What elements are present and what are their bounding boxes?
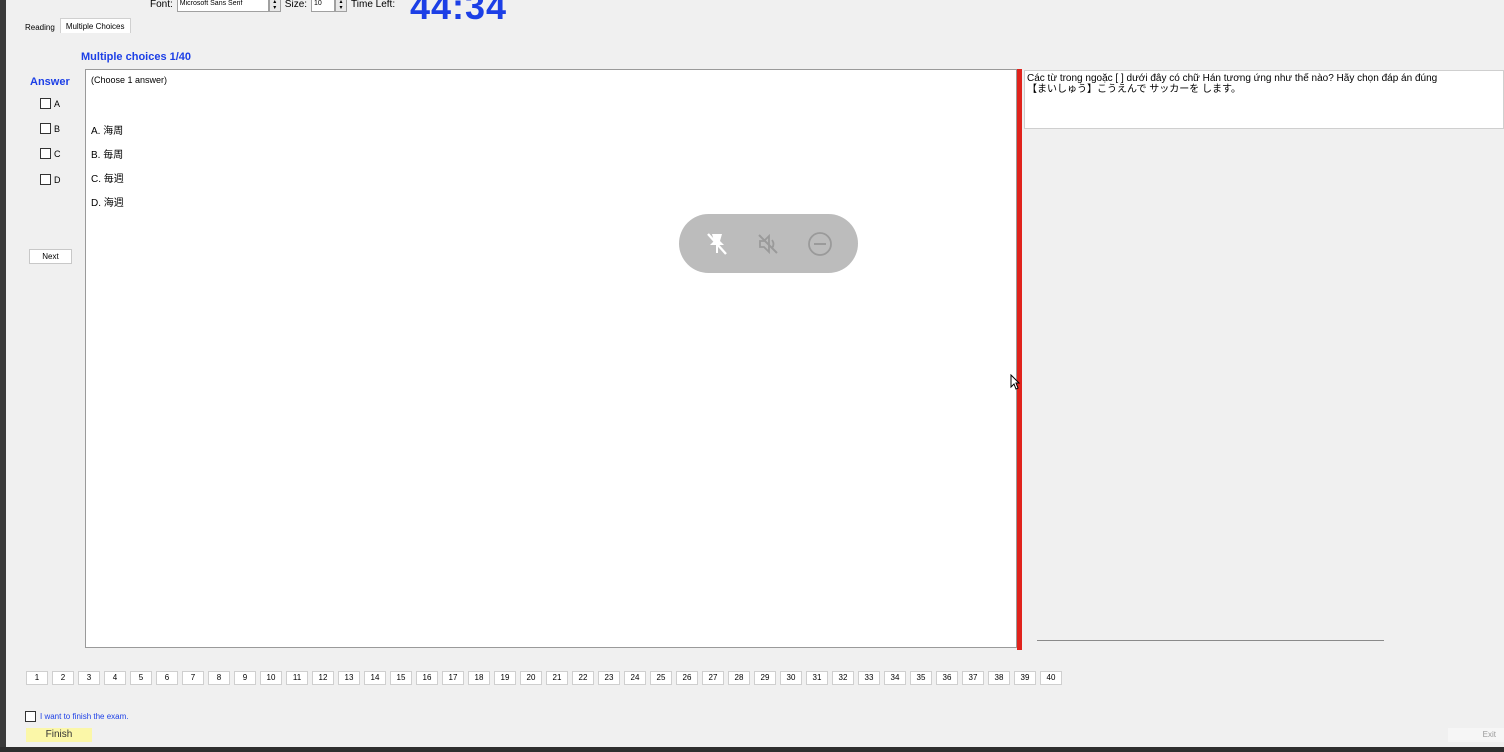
question-option-a: A. 海周 bbox=[91, 126, 124, 137]
checkbox[interactable] bbox=[40, 174, 51, 185]
question-number-button[interactable]: 16 bbox=[416, 671, 438, 685]
prompt-text-box: Các từ trong ngoặc [ ] dưới đây có chữ H… bbox=[1024, 70, 1504, 129]
size-spinner[interactable]: ▴ ▾ bbox=[335, 0, 348, 12]
minus-circle-icon[interactable] bbox=[804, 228, 836, 260]
font-select[interactable]: Microsoft Sans Serif bbox=[176, 0, 269, 12]
question-number-button[interactable]: 20 bbox=[520, 671, 542, 685]
question-number-button[interactable]: 37 bbox=[962, 671, 984, 685]
question-number-button[interactable]: 34 bbox=[884, 671, 906, 685]
question-number-button[interactable]: 12 bbox=[312, 671, 334, 685]
question-number-button[interactable]: 2 bbox=[52, 671, 74, 685]
question-number-button[interactable]: 38 bbox=[988, 671, 1010, 685]
question-number-button[interactable]: 23 bbox=[598, 671, 620, 685]
panel-splitter[interactable] bbox=[1017, 69, 1022, 650]
question-panel: (Choose 1 answer) A. 海周 B. 毎周 C. 毎週 D. 海… bbox=[85, 69, 1017, 648]
next-button[interactable]: Next bbox=[29, 249, 72, 264]
font-label: Font: bbox=[150, 0, 173, 10]
font-dropdown-arrow[interactable]: ▴ ▾ bbox=[268, 0, 281, 12]
question-number-button[interactable]: 7 bbox=[182, 671, 204, 685]
answer-heading: Answer bbox=[30, 76, 70, 88]
time-left-label: Time Left: bbox=[351, 0, 396, 10]
finish-exam-checkbox[interactable]: I want to finish the exam. bbox=[25, 711, 129, 722]
question-option-d: D. 海週 bbox=[91, 198, 124, 209]
question-option-b: B. 毎周 bbox=[91, 150, 124, 161]
answer-option-label: A bbox=[54, 98, 61, 109]
question-number-button[interactable]: 29 bbox=[754, 671, 776, 685]
question-navigator: 1 2 3 4 5 6 7 8 9 10 11 12 13 14 15 16 17 18 19 20 21 22 23 24 2… bbox=[26, 671, 1062, 685]
checkbox[interactable] bbox=[40, 123, 51, 134]
question-number-button[interactable]: 21 bbox=[546, 671, 568, 685]
question-number-button[interactable]: 8 bbox=[208, 671, 230, 685]
mouse-cursor-icon bbox=[1010, 373, 1021, 393]
question-number-button[interactable]: 35 bbox=[910, 671, 932, 685]
answer-option-label: C bbox=[54, 148, 61, 159]
divider-line bbox=[1037, 640, 1384, 641]
question-option-c: C. 毎週 bbox=[91, 174, 124, 185]
answer-option-b[interactable]: B bbox=[40, 123, 60, 134]
question-number-button[interactable]: 25 bbox=[650, 671, 672, 685]
question-number-button[interactable]: 33 bbox=[858, 671, 880, 685]
question-number-button[interactable]: 14 bbox=[364, 671, 386, 685]
toolbar: Font: Microsoft Sans Serif ▴ ▾ Size: 10 ▴… bbox=[150, 0, 395, 14]
size-label: Size: bbox=[284, 0, 308, 10]
section-title: Multiple choices 1/40 bbox=[81, 51, 192, 63]
question-number-button[interactable]: 30 bbox=[780, 671, 802, 685]
question-number-button[interactable]: 6 bbox=[156, 671, 178, 685]
question-number-button[interactable]: 32 bbox=[832, 671, 854, 685]
checkbox[interactable] bbox=[25, 711, 36, 722]
unpin-icon[interactable] bbox=[701, 228, 733, 260]
finish-button[interactable]: Finish bbox=[26, 728, 92, 742]
tab-strip: Reading Multiple Choices bbox=[20, 18, 131, 35]
mute-icon[interactable] bbox=[752, 228, 784, 260]
question-number-button[interactable]: 22 bbox=[572, 671, 594, 685]
question-number-button[interactable]: 24 bbox=[624, 671, 646, 685]
question-number-button[interactable]: 15 bbox=[390, 671, 412, 685]
question-number-button[interactable]: 26 bbox=[676, 671, 698, 685]
question-number-button[interactable]: 36 bbox=[936, 671, 958, 685]
question-number-button[interactable]: 40 bbox=[1040, 671, 1062, 685]
question-number-button[interactable]: 19 bbox=[494, 671, 516, 685]
prompt-line-2: 【まいしゅう】こうえんで サッカーを します。 bbox=[1027, 84, 1242, 95]
prompt-line-1: Các từ trong ngoặc [ ] dưới đây có chữ H… bbox=[1027, 73, 1438, 84]
question-number-button[interactable]: 1 bbox=[26, 671, 48, 685]
question-number-button[interactable]: 31 bbox=[806, 671, 828, 685]
answer-option-c[interactable]: C bbox=[40, 148, 61, 159]
window-bottom-edge bbox=[0, 747, 1504, 752]
question-number-button[interactable]: 11 bbox=[286, 671, 308, 685]
question-number-button[interactable]: 28 bbox=[728, 671, 750, 685]
question-number-button[interactable]: 17 bbox=[442, 671, 464, 685]
question-number-button[interactable]: 39 bbox=[1014, 671, 1036, 685]
answer-option-d[interactable]: D bbox=[40, 174, 61, 185]
size-input[interactable]: 10 bbox=[311, 0, 336, 12]
question-number-button[interactable]: 4 bbox=[104, 671, 126, 685]
timer-display: 44:34 bbox=[410, 0, 508, 27]
floating-control-bar bbox=[679, 214, 858, 273]
checkbox[interactable] bbox=[40, 98, 51, 109]
answer-option-label: D bbox=[54, 174, 61, 185]
finish-exam-label: I want to finish the exam. bbox=[40, 712, 129, 721]
answer-option-label: B bbox=[54, 123, 61, 134]
tab-reading[interactable]: Reading bbox=[20, 20, 60, 35]
question-number-button[interactable]: 18 bbox=[468, 671, 490, 685]
answer-option-a[interactable]: A bbox=[40, 98, 60, 109]
question-number-button[interactable]: 27 bbox=[702, 671, 724, 685]
tab-multiple-choices[interactable]: Multiple Choices bbox=[59, 18, 131, 33]
window-left-edge bbox=[0, 0, 6, 752]
question-number-button[interactable]: 13 bbox=[338, 671, 360, 685]
question-number-button[interactable]: 5 bbox=[130, 671, 152, 685]
question-number-button[interactable]: 10 bbox=[260, 671, 282, 685]
question-instruction: (Choose 1 answer) bbox=[91, 75, 168, 85]
checkbox[interactable] bbox=[40, 148, 51, 159]
question-number-button[interactable]: 9 bbox=[234, 671, 256, 685]
exit-button[interactable]: Exit bbox=[1448, 728, 1504, 742]
question-number-button[interactable]: 3 bbox=[78, 671, 100, 685]
